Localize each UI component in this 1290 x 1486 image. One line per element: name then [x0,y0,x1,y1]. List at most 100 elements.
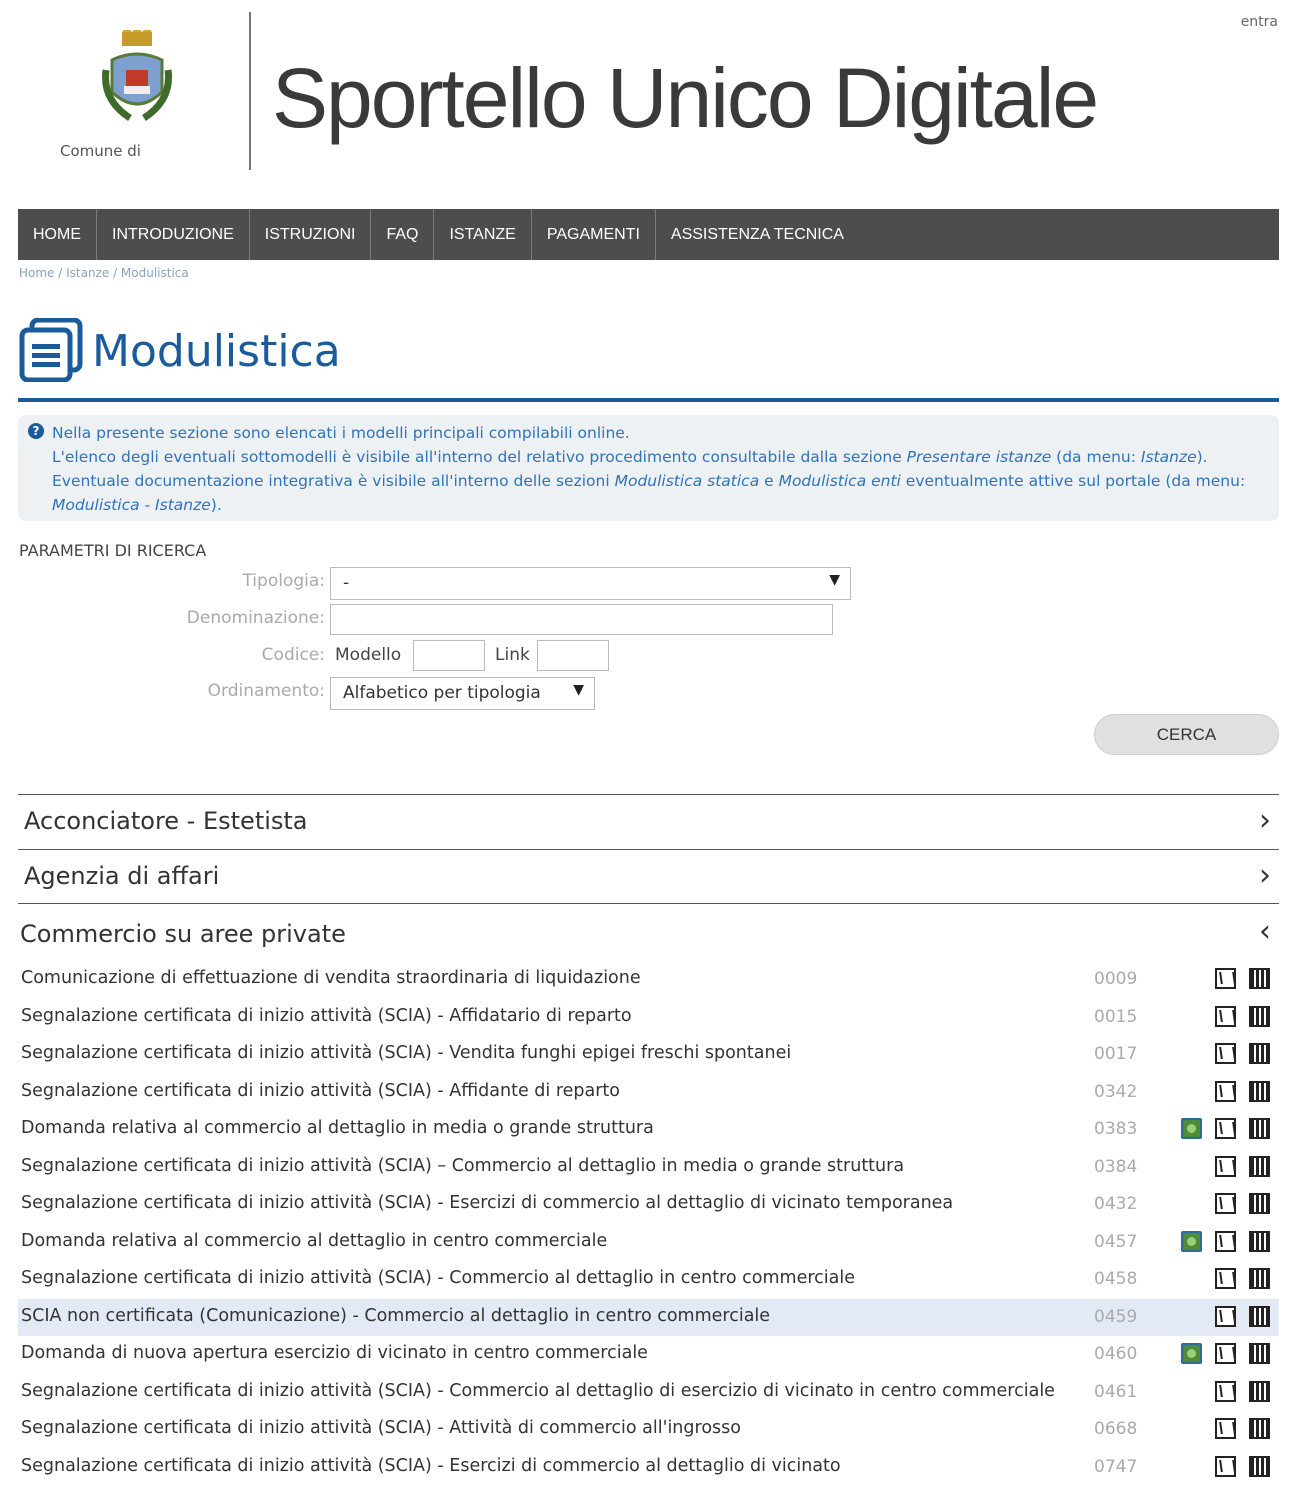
pdf-icon[interactable] [1215,1268,1236,1289]
qr-code-icon[interactable] [1249,1381,1270,1402]
category-acconciatore-estetista[interactable]: Acconciatore - Estetista › [18,794,1279,849]
qr-code-icon[interactable] [1249,1456,1270,1477]
qr-code-icon[interactable] [1249,1043,1270,1064]
pdf-icon[interactable] [1215,1156,1236,1177]
nav-home[interactable]: HOME [18,209,97,260]
table-row: Domanda relativa al commercio al dettagl… [18,1224,1279,1262]
qr-code-icon[interactable] [1249,1156,1270,1177]
form-title-link[interactable]: Segnalazione certificata di inizio attiv… [21,1456,841,1476]
info-line-3: Eventuale documentazione integrativa è v… [52,469,1270,517]
pdf-icon[interactable] [1215,1418,1236,1439]
form-code: 0457 [1094,1232,1137,1252]
pdf-icon[interactable] [1215,968,1236,989]
login-link[interactable]: entra [1241,14,1278,30]
online-form-icon[interactable] [1181,1231,1202,1252]
form-code: 0384 [1094,1157,1137,1177]
qr-code-icon[interactable] [1249,968,1270,989]
table-row: Segnalazione certificata di inizio attiv… [18,1261,1279,1299]
online-form-icon[interactable] [1181,1343,1202,1364]
breadcrumb-istanze[interactable]: Istanze [66,266,109,280]
qr-code-icon[interactable] [1249,1231,1270,1252]
qr-code-icon[interactable] [1249,1418,1270,1439]
breadcrumb: Home / Istanze / Modulistica [19,266,189,280]
qr-code-icon[interactable] [1249,1118,1270,1139]
modello-label: Modello [335,645,401,665]
form-title-link[interactable]: Domanda relativa al commercio al dettagl… [21,1118,654,1138]
form-title-link[interactable]: Segnalazione certificata di inizio attiv… [21,1006,632,1026]
form-code: 0342 [1094,1082,1137,1102]
form-title-link[interactable]: Segnalazione certificata di inizio attiv… [21,1156,904,1176]
info-line-1: Nella presente sezione sono elencati i m… [52,421,1270,445]
form-code: 0668 [1094,1419,1137,1439]
coat-of-arms-logo [100,30,174,130]
denominazione-input[interactable] [330,604,833,635]
pdf-icon[interactable] [1215,1118,1236,1139]
table-row: Segnalazione certificata di inizio attiv… [18,1449,1279,1486]
tipologia-label: Tipologia: [25,571,325,591]
form-title-link[interactable]: Comunicazione di effettuazione di vendit… [21,968,641,988]
pdf-icon[interactable] [1215,1343,1236,1364]
table-row: Segnalazione certificata di inizio attiv… [18,1411,1279,1449]
link-input[interactable] [537,640,609,671]
modello-input[interactable] [413,640,485,671]
pdf-icon[interactable] [1215,1306,1236,1327]
form-title-link[interactable]: Domanda relativa al commercio al dettagl… [21,1231,607,1251]
pdf-icon[interactable] [1215,1043,1236,1064]
category-label: Agenzia di affari [24,862,219,890]
form-code: 0432 [1094,1194,1137,1214]
qr-code-icon[interactable] [1249,1193,1270,1214]
form-title-link[interactable]: Domanda di nuova apertura esercizio di v… [21,1343,648,1363]
table-row: SCIA non certificata (Comunicazione) - C… [18,1299,1279,1337]
link-label: Link [495,645,530,665]
site-title: Sportello Unico Digitale [272,48,1097,148]
table-row: Segnalazione certificata di inizio attiv… [18,1036,1279,1074]
form-title-link[interactable]: Segnalazione certificata di inizio attiv… [21,1081,620,1101]
pdf-icon[interactable] [1215,1381,1236,1402]
help-icon: ? [28,423,44,439]
qr-code-icon[interactable] [1249,1268,1270,1289]
form-title-link[interactable]: Segnalazione certificata di inizio attiv… [21,1268,855,1288]
nav-introduzione[interactable]: INTRODUZIONE [97,209,250,260]
pdf-icon[interactable] [1215,1231,1236,1252]
breadcrumb-separator: / [54,266,66,280]
pdf-icon[interactable] [1215,1006,1236,1027]
breadcrumb-current: Modulistica [121,266,189,280]
info-text: Nella presente sezione sono elencati i m… [52,421,1270,517]
category-agenzia-di-affari[interactable]: Agenzia di affari › [18,849,1279,903]
qr-code-icon[interactable] [1249,1081,1270,1102]
form-title-link[interactable]: Segnalazione certificata di inizio attiv… [21,1418,741,1438]
documents-icon [18,318,84,382]
nav-assistenza-tecnica[interactable]: ASSISTENZA TECNICA [656,209,859,260]
chevron-right-icon: › [1259,803,1271,838]
form-code: 0460 [1094,1344,1137,1364]
qr-code-icon[interactable] [1249,1306,1270,1327]
form-title-link[interactable]: Segnalazione certificata di inizio attiv… [21,1043,791,1063]
qr-code-icon[interactable] [1249,1343,1270,1364]
pdf-icon[interactable] [1215,1081,1236,1102]
online-form-icon[interactable] [1181,1118,1202,1139]
nav-pagamenti[interactable]: PAGAMENTI [532,209,656,260]
table-row: Segnalazione certificata di inizio attiv… [18,1074,1279,1112]
category-label: Commercio su aree private [20,920,346,948]
tipologia-select[interactable]: - ▼ [330,567,851,600]
pdf-icon[interactable] [1215,1193,1236,1214]
table-row: Segnalazione certificata di inizio attiv… [18,1186,1279,1224]
table-row: Segnalazione certificata di inizio attiv… [18,1149,1279,1187]
form-code: 0459 [1094,1307,1137,1327]
form-code: 0009 [1094,969,1137,989]
search-button[interactable]: CERCA [1094,714,1279,755]
form-title-link[interactable]: Segnalazione certificata di inizio attiv… [21,1381,1055,1401]
form-title-link[interactable]: SCIA non certificata (Comunicazione) - C… [21,1306,770,1326]
form-code: 0015 [1094,1007,1137,1027]
ordinamento-select[interactable]: Alfabetico per tipologia ▼ [330,677,595,710]
pdf-icon[interactable] [1215,1456,1236,1477]
nav-istruzioni[interactable]: ISTRUZIONI [250,209,372,260]
nav-istanze[interactable]: ISTANZE [434,209,531,260]
chevron-left-icon: ‹ [1259,914,1271,949]
category-commercio-su-aree-private[interactable]: Commercio su aree private ‹ [18,903,1279,961]
qr-code-icon[interactable] [1249,1006,1270,1027]
dropdown-arrow-icon: ▼ [573,682,584,698]
breadcrumb-home[interactable]: Home [19,266,54,280]
nav-faq[interactable]: FAQ [371,209,434,260]
form-title-link[interactable]: Segnalazione certificata di inizio attiv… [21,1193,953,1213]
